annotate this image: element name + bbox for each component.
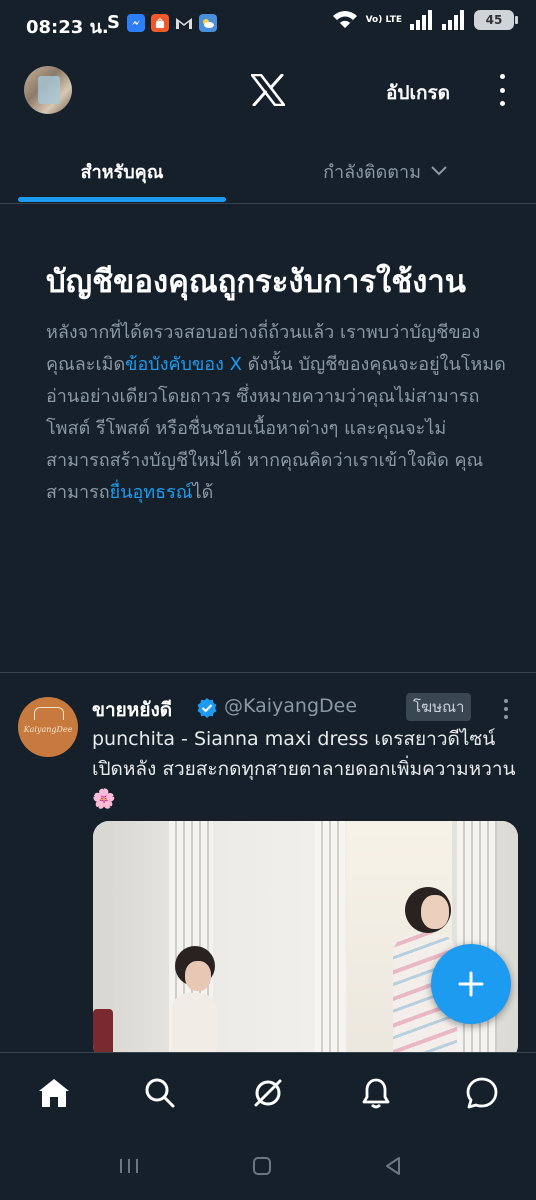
nav-home-button[interactable] (34, 1073, 74, 1113)
appeal-link[interactable]: ยื่นอุทธรณ์ (110, 482, 193, 503)
post-author-handle[interactable]: @KaiyangDee (224, 695, 357, 717)
notice-body-text: ได้ (192, 482, 214, 503)
nav-search-button[interactable] (140, 1073, 180, 1113)
upgrade-button[interactable]: อัปเกรด (386, 78, 450, 108)
back-system-button[interactable] (378, 1154, 408, 1178)
post-author-name[interactable]: ขายหยังดี (92, 695, 172, 725)
nav-notifications-button[interactable] (356, 1073, 396, 1113)
status-right: Vo) LTE 45 (332, 10, 518, 30)
post-more-icon[interactable] (503, 699, 509, 719)
avatar-logo-text: KaiyangDee (23, 725, 73, 734)
tab-for-you[interactable]: สำหรับคุณ (18, 140, 226, 202)
plus-icon (458, 971, 484, 997)
carrier-s-icon: S (107, 12, 120, 33)
notice-body: หลังจากที่ได้ตรวจสอบอย่างถี่ถ้วนแล้ว เรา… (46, 317, 506, 509)
notice-title: บัญชีของคุณถูกระงับการใช้งาน (46, 264, 466, 300)
timeline-tabs: สำหรับคุณ กำลังติดตาม (0, 140, 536, 204)
status-app-icons: S (107, 12, 217, 33)
nav-grok-button[interactable] (248, 1073, 288, 1113)
search-icon (145, 1078, 175, 1108)
back-icon (386, 1157, 400, 1175)
bottom-navigation (0, 1052, 536, 1133)
x-logo-icon (251, 74, 285, 106)
gmail-icon (175, 14, 193, 32)
tab-label: สำหรับคุณ (80, 161, 164, 183)
home-icon (39, 1079, 69, 1107)
post-text: punchita - Sianna maxi dress เดรสยาวดีไซ… (92, 728, 516, 810)
profile-avatar[interactable] (24, 66, 72, 114)
messages-icon (466, 1077, 498, 1109)
chevron-down-icon (431, 166, 447, 176)
wifi-icon (332, 11, 357, 28)
signal-icon-2 (442, 10, 464, 30)
home-system-button[interactable] (247, 1154, 277, 1178)
home-square-icon (253, 1157, 271, 1175)
rules-link[interactable]: ข้อบังคับของ X (125, 354, 242, 375)
shopee-icon (151, 13, 169, 32)
lte-label: Vo) LTE (365, 14, 402, 25)
post-author-avatar[interactable]: KaiyangDee (18, 697, 78, 757)
battery-icon: 45 (474, 10, 518, 30)
active-tab-indicator (18, 197, 226, 202)
notice-body-text: ดังนั้น บัญชีของคุณจะอยู่ในโหมดอ่านอย่าง… (46, 354, 506, 503)
tab-following[interactable]: กำลังติดตาม (290, 140, 480, 202)
tab-label: กำลังติดตาม (323, 161, 421, 183)
weather-icon (199, 13, 217, 32)
nav-messages-button[interactable] (462, 1073, 502, 1113)
signal-icon (410, 10, 432, 30)
status-bar: 08:23 น. S Vo) LTE 45 (0, 0, 536, 50)
grok-icon (254, 1079, 282, 1107)
compose-post-button[interactable] (431, 944, 511, 1024)
notifications-icon (362, 1078, 390, 1109)
status-time: 08:23 น. (26, 17, 109, 38)
top-app-bar: อัปเกรด (0, 56, 536, 126)
system-navigation-bar (0, 1132, 536, 1200)
recent-apps-button[interactable] (114, 1154, 144, 1178)
recent-apps-icon (120, 1159, 138, 1173)
suspension-notice: บัญชีของคุณถูกระงับการใช้งาน หลังจากที่ไ… (46, 262, 506, 509)
messenger-icon (127, 13, 145, 32)
more-options-icon[interactable] (494, 74, 510, 106)
ad-badge: โฆษณา (406, 693, 472, 721)
verified-badge-icon (197, 698, 217, 718)
